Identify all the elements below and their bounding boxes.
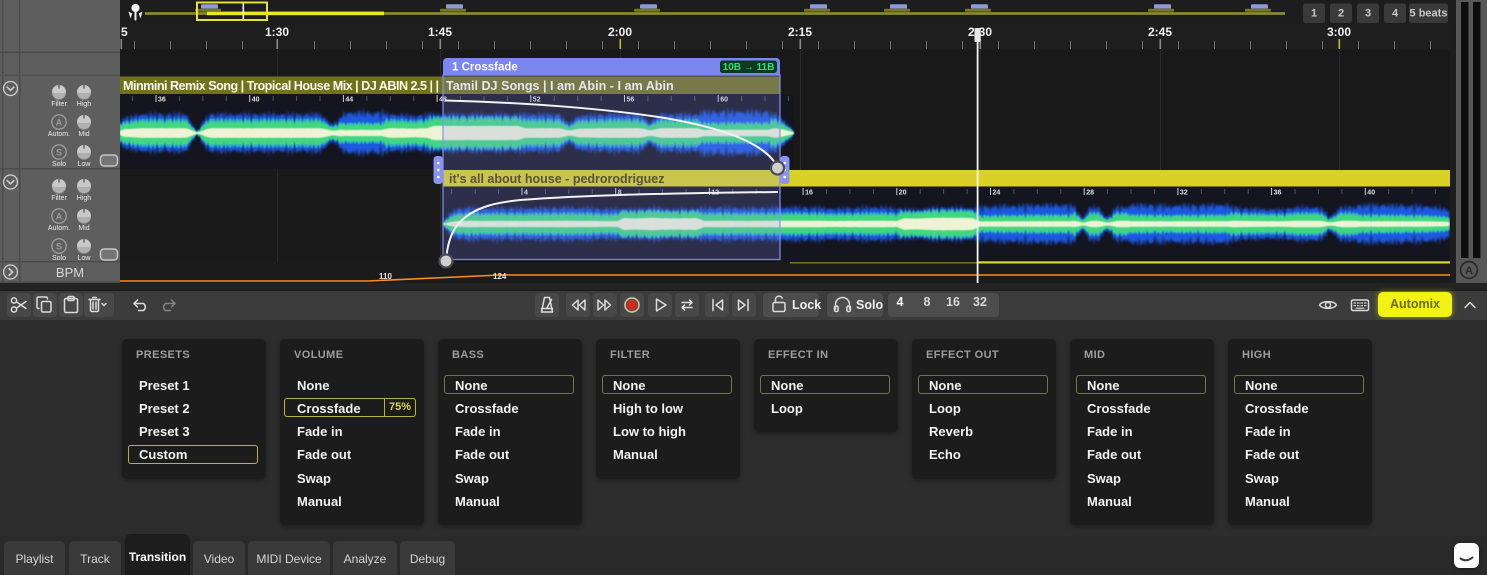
- svg-text:16: 16: [805, 190, 813, 197]
- svg-text:4: 4: [1392, 8, 1399, 20]
- svg-text:2:45: 2:45: [1148, 25, 1172, 39]
- svg-text:Autom.: Autom.: [48, 131, 70, 138]
- svg-text:S: S: [56, 147, 62, 157]
- svg-text:Filter: Filter: [51, 101, 67, 108]
- svg-text:124: 124: [493, 272, 507, 281]
- svg-text:Filter: Filter: [51, 195, 67, 202]
- svg-text:Low: Low: [78, 255, 92, 262]
- svg-text:44: 44: [345, 97, 353, 104]
- svg-text:36: 36: [158, 97, 166, 104]
- svg-text:40: 40: [252, 97, 260, 104]
- svg-text:36: 36: [1274, 190, 1282, 197]
- svg-text:Minmini Remix Song | Tropical: Minmini Remix Song | Tropical House Mix …: [123, 79, 439, 93]
- svg-text:Solo: Solo: [52, 255, 66, 262]
- svg-text:110: 110: [379, 272, 392, 281]
- svg-text:3: 3: [1365, 8, 1371, 20]
- svg-text:10B → 11B: 10B → 11B: [723, 62, 775, 73]
- svg-text:1:45: 1:45: [428, 25, 452, 39]
- svg-text:S: S: [56, 241, 62, 251]
- svg-text:A: A: [56, 117, 63, 127]
- svg-text:Low: Low: [78, 161, 92, 168]
- svg-text:3:00: 3:00: [1327, 25, 1351, 39]
- svg-text:Mid: Mid: [78, 225, 89, 232]
- svg-text:40: 40: [1367, 190, 1375, 197]
- svg-text:A: A: [56, 211, 63, 221]
- svg-text:Solo: Solo: [52, 161, 66, 168]
- svg-text:2: 2: [1338, 8, 1344, 20]
- svg-text:32: 32: [1180, 190, 1188, 197]
- svg-text:1:30: 1:30: [265, 25, 289, 39]
- svg-text:A: A: [1465, 265, 1473, 277]
- svg-text:High: High: [77, 195, 92, 202]
- svg-text:20: 20: [899, 190, 907, 197]
- svg-text:High: High: [77, 101, 92, 108]
- svg-text:2:15: 2:15: [788, 25, 812, 39]
- svg-text:24: 24: [993, 190, 1001, 197]
- svg-text:2:00: 2:00: [608, 25, 632, 39]
- svg-text:5 beats: 5 beats: [1410, 8, 1448, 20]
- svg-text:Mid: Mid: [78, 131, 89, 138]
- svg-text:5: 5: [121, 25, 128, 39]
- svg-text:BPM: BPM: [56, 265, 84, 280]
- svg-text:28: 28: [1086, 190, 1094, 197]
- svg-text:1 Crossfade: 1 Crossfade: [452, 62, 518, 74]
- svg-text:Autom.: Autom.: [48, 225, 70, 232]
- svg-text:1: 1: [1311, 8, 1317, 20]
